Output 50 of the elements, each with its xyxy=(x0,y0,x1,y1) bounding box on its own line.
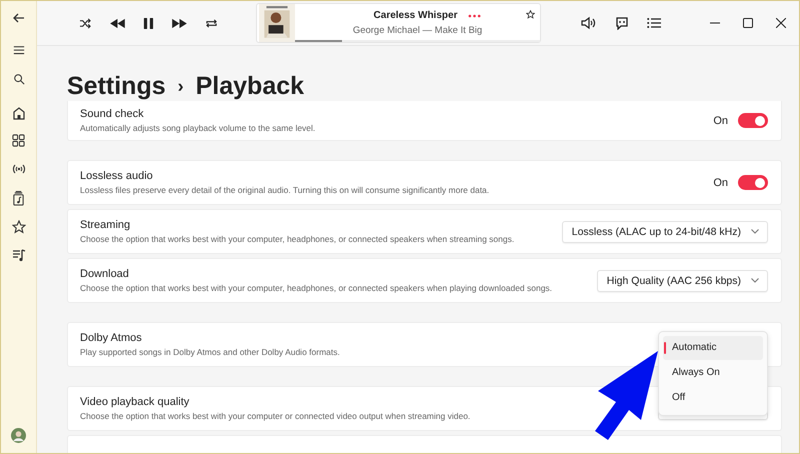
breadcrumb-link[interactable]: Settings xyxy=(67,71,166,101)
toggle-switch[interactable] xyxy=(738,113,768,128)
setting-description: Automatically adjusts song playback volume to the same level. xyxy=(80,123,316,133)
toggle-state-label: On xyxy=(713,114,728,126)
lyrics-icon[interactable] xyxy=(615,16,629,30)
setting-title: Sound check xyxy=(80,108,145,120)
next-icon[interactable] xyxy=(171,18,188,28)
star-icon[interactable] xyxy=(526,10,535,19)
setting-title: Video playback quality xyxy=(80,396,190,408)
playlist-icon[interactable] xyxy=(12,248,26,262)
setting-description: Choose the option that works best with your computer, headphones, or connected speakers when streaming songs. xyxy=(80,234,516,244)
more-icon[interactable] xyxy=(468,14,482,18)
setting-description: Lossless files preserve every detail of the original audio. Turning this on will consume significantly more data. xyxy=(80,185,490,195)
pause-icon[interactable] xyxy=(143,16,154,30)
avatar[interactable] xyxy=(11,428,26,443)
radio-icon[interactable] xyxy=(10,162,26,176)
toggle-state-label: On xyxy=(713,176,728,188)
queue-icon[interactable] xyxy=(647,17,661,29)
dropdown-field[interactable]: High Quality (AAC 256 kbps) xyxy=(596,270,768,292)
track-artist-album: George Michael — Make It Big xyxy=(352,25,482,36)
setting-description: Play supported songs in Dolby Atmos and other Dolby Audio formats. xyxy=(80,347,341,357)
page-title: Playback xyxy=(196,71,304,101)
back-icon[interactable] xyxy=(12,11,26,25)
shuffle-icon[interactable] xyxy=(79,18,92,28)
menu-option[interactable]: Automatic xyxy=(663,336,763,360)
setting-title: Lossless audio xyxy=(80,170,154,182)
setting-description: Choose the option that works best with your computer, headphones, or connected speakers when playing downloaded songs. xyxy=(80,283,554,293)
music-library-icon[interactable] xyxy=(12,191,25,206)
close-icon[interactable] xyxy=(776,18,786,28)
search-icon[interactable] xyxy=(12,73,24,85)
star-icon[interactable] xyxy=(12,220,26,234)
setting-title: Download xyxy=(80,268,130,280)
toggle-switch[interactable] xyxy=(738,175,768,190)
setting-title: Dolby Atmos xyxy=(80,332,143,344)
dropdown-field[interactable]: Lossless (ALAC up to 24-bit/48 kHz) xyxy=(562,220,768,242)
home-icon[interactable] xyxy=(12,106,26,120)
repeat-icon[interactable] xyxy=(205,18,218,28)
previous-icon[interactable] xyxy=(109,18,126,28)
track-title: Careless Whisper xyxy=(374,10,458,21)
setting-title: Streaming xyxy=(80,219,132,231)
chevron-down-icon xyxy=(751,278,759,283)
chevron-down-icon xyxy=(751,229,759,234)
setting-description: Choose the option that works best with your computer or connected video output when streaming video. xyxy=(80,411,472,421)
volume-icon[interactable] xyxy=(581,16,597,30)
grid-icon[interactable] xyxy=(12,134,25,147)
menu-icon[interactable] xyxy=(12,45,26,57)
menu-option[interactable]: Always On xyxy=(663,361,763,385)
breadcrumb-separator: › xyxy=(178,75,184,98)
menu-option[interactable]: Off xyxy=(663,386,763,410)
maximize-icon[interactable] xyxy=(743,18,753,28)
